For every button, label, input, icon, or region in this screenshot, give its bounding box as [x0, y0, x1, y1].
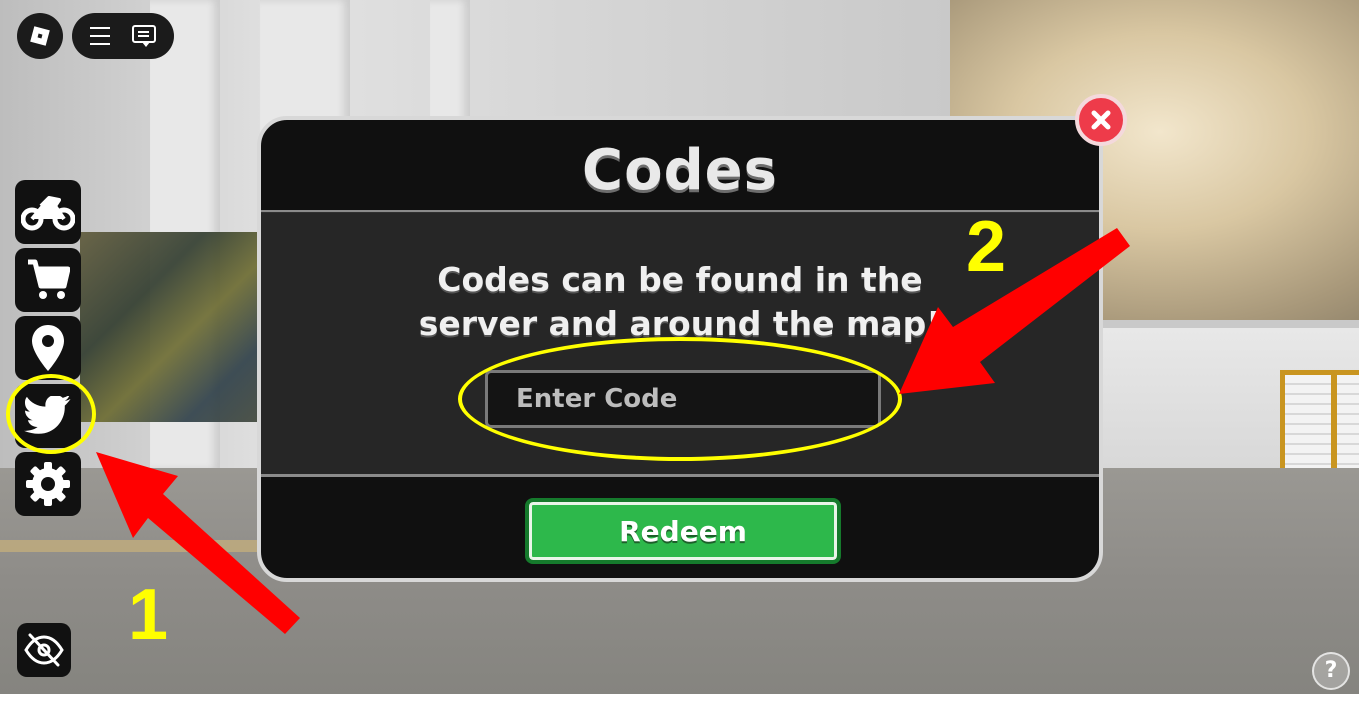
annotation-number-2: 2: [966, 207, 1007, 287]
annotation-number-1: 1: [128, 575, 169, 655]
annotation-arrows: [96, 228, 1130, 634]
arrow-1: [96, 452, 300, 634]
arrow-2: [899, 228, 1130, 394]
